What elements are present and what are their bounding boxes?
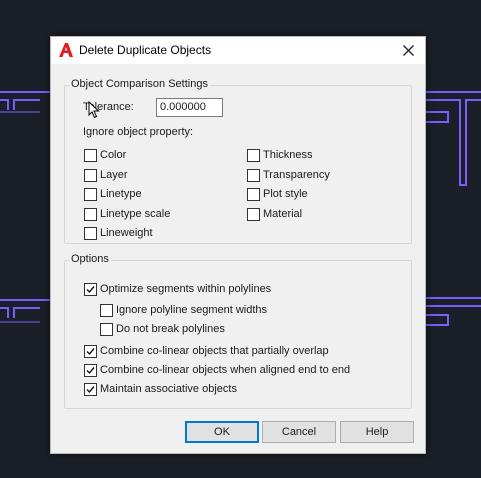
checkbox-box[interactable] <box>84 283 97 296</box>
options-legend: Options <box>69 253 111 265</box>
checkbox-label: Layer <box>100 169 128 181</box>
checkbox-box[interactable] <box>100 323 113 336</box>
checkbox-box[interactable] <box>100 304 113 317</box>
checkbox-box[interactable] <box>84 345 97 358</box>
checkbox-box[interactable] <box>84 383 97 396</box>
close-icon <box>403 45 414 56</box>
checkbox-label: Plot style <box>263 188 308 200</box>
ok-button[interactable]: OK <box>185 421 259 443</box>
comparison-legend: Object Comparison Settings <box>69 78 210 90</box>
checkbox-box[interactable] <box>84 149 97 162</box>
checkbox-box[interactable] <box>84 169 97 182</box>
title-bar: Delete Duplicate Objects <box>51 37 425 64</box>
tolerance-input[interactable]: 0.000000 <box>156 98 223 117</box>
checkbox-label: Maintain associative objects <box>100 383 237 395</box>
checkbox-label: Thickness <box>263 149 313 161</box>
checkbox-label: Linetype <box>100 188 142 200</box>
ignore-property-label: Ignore object property: <box>83 126 194 138</box>
close-button[interactable] <box>393 37 425 64</box>
checkbox-label: Do not break polylines <box>116 323 225 335</box>
dialog-title: Delete Duplicate Objects <box>79 43 212 57</box>
checkbox-label: Material <box>263 208 303 220</box>
checkmark-icon <box>86 367 95 375</box>
checkbox-label: Color <box>100 149 127 161</box>
mouse-cursor-icon <box>88 101 100 119</box>
delete-duplicate-objects-dialog: Delete Duplicate Objects Object Comparis… <box>50 36 426 454</box>
checkbox-box[interactable] <box>84 227 97 240</box>
checkbox-box[interactable] <box>84 364 97 377</box>
checkbox-box[interactable] <box>247 149 260 162</box>
checkbox-label: Optimize segments within polylines <box>100 283 272 295</box>
autocad-logo-icon <box>58 42 74 58</box>
checkbox-label: Linetype scale <box>100 208 171 220</box>
checkbox-label: Combine co-linear objects that partially… <box>100 345 329 357</box>
checkbox-box[interactable] <box>247 169 260 182</box>
checkmark-icon <box>86 386 95 394</box>
checkbox-label: Combine co-linear objects when aligned e… <box>100 364 351 376</box>
checkbox-box[interactable] <box>84 208 97 221</box>
checkbox-box[interactable] <box>247 208 260 221</box>
checkmark-icon <box>86 348 95 356</box>
checkbox-box[interactable] <box>84 188 97 201</box>
checkbox-label: Lineweight <box>100 227 153 239</box>
cancel-button[interactable]: Cancel <box>262 421 336 443</box>
help-button[interactable]: Help <box>340 421 414 443</box>
checkbox-label: Transparency <box>263 169 330 181</box>
checkbox-box[interactable] <box>247 188 260 201</box>
checkmark-icon <box>86 286 95 294</box>
checkbox-label: Ignore polyline segment widths <box>116 304 268 316</box>
